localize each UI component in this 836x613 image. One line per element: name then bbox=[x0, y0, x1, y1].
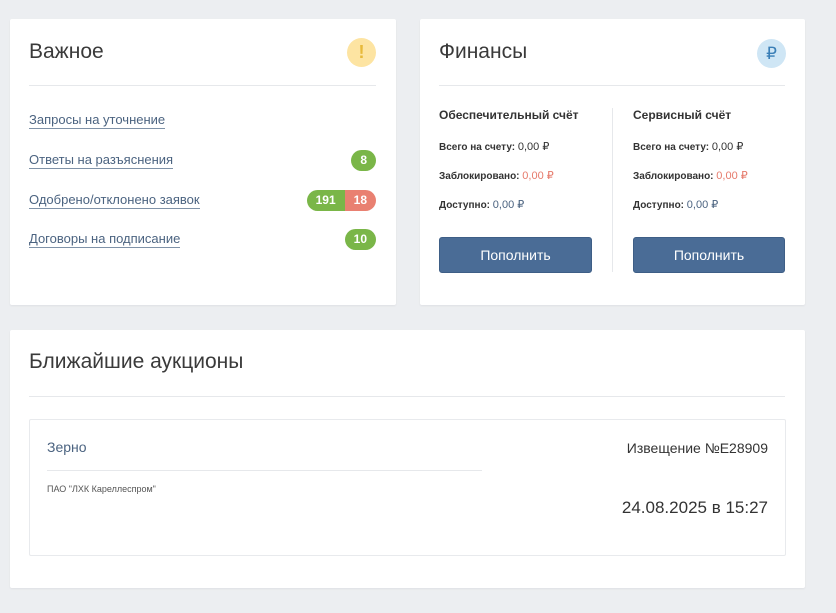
blocked-value: 0,00 ₽ bbox=[716, 170, 748, 182]
total-value: 0,00 ₽ bbox=[517, 141, 550, 153]
contracts-signing-link[interactable]: Договоры на подписание bbox=[29, 231, 181, 248]
count-badge: 8 bbox=[351, 149, 376, 171]
account-title: Сервисный счёт bbox=[633, 108, 732, 122]
approved-rejected-link[interactable]: Одобрено/отклонено заявок bbox=[29, 192, 200, 209]
divider bbox=[47, 470, 482, 471]
rejected-count: 18 bbox=[344, 189, 376, 211]
list-item: Ответы на разъяснения 8 bbox=[29, 149, 376, 171]
count-badge-value: 10 bbox=[344, 228, 376, 250]
divider bbox=[439, 85, 785, 86]
available-value: 0,00 ₽ bbox=[686, 199, 719, 211]
topup-security-button[interactable]: Пополнить bbox=[439, 237, 592, 273]
approved-rejected-badge: 191 18 bbox=[306, 189, 376, 211]
auction-notice: Извещение №E28909 bbox=[626, 440, 768, 456]
list-item: Договоры на подписание 10 bbox=[29, 228, 376, 250]
account-total: Всего на счету: 0,00 ₽ bbox=[439, 141, 550, 153]
account-available: Доступно: 0,00 ₽ bbox=[633, 199, 719, 211]
auction-date: 24.08.2025 в 15:27 bbox=[621, 498, 768, 517]
account-title: Обеспечительный счёт bbox=[439, 108, 579, 122]
exclamation-icon: ! bbox=[347, 38, 376, 67]
approved-count: 191 bbox=[306, 189, 345, 211]
count-badge: 10 bbox=[344, 228, 376, 250]
service-account: Сервисный счёт Всего на счету: 0,00 ₽ За… bbox=[633, 108, 783, 227]
ruble-icon: ₽ bbox=[757, 39, 786, 68]
column-divider bbox=[612, 108, 613, 272]
divider bbox=[29, 396, 785, 397]
security-account: Обеспечительный счёт Всего на счету: 0,0… bbox=[439, 108, 589, 227]
auction-name-link[interactable]: Зерно bbox=[47, 439, 87, 455]
important-card: Важное ! Запросы на уточнение Ответы на … bbox=[10, 19, 396, 305]
divider bbox=[29, 85, 376, 86]
account-blocked: Заблокировано: 0,00 ₽ bbox=[439, 170, 554, 182]
topup-service-button[interactable]: Пополнить bbox=[633, 237, 785, 273]
account-available: Доступно: 0,00 ₽ bbox=[439, 199, 525, 211]
finance-card: Финансы ₽ Обеспечительный счёт Всего на … bbox=[420, 19, 805, 305]
answers-explanations-link[interactable]: Ответы на разъяснения bbox=[29, 152, 174, 169]
total-value: 0,00 ₽ bbox=[711, 141, 744, 153]
blocked-value: 0,00 ₽ bbox=[522, 170, 554, 182]
list-item: Одобрено/отклонено заявок 191 18 bbox=[29, 189, 376, 211]
auction-item[interactable]: Зерно ПАО "ЛХК Кареллеспром" Извещение №… bbox=[29, 419, 786, 556]
auctions-card: Ближайшие аукционы Зерно ПАО "ЛХК Карелл… bbox=[10, 330, 805, 588]
account-total: Всего на счету: 0,00 ₽ bbox=[633, 141, 744, 153]
requests-clarification-link[interactable]: Запросы на уточнение bbox=[29, 112, 166, 129]
finance-title: Финансы bbox=[439, 40, 528, 63]
important-title: Важное bbox=[29, 40, 104, 63]
available-value: 0,00 ₽ bbox=[492, 199, 525, 211]
list-item: Запросы на уточнение bbox=[29, 109, 376, 131]
account-blocked: Заблокировано: 0,00 ₽ bbox=[633, 170, 748, 182]
count-badge-value: 8 bbox=[351, 149, 376, 171]
auction-organization: ПАО "ЛХК Кареллеспром" bbox=[47, 484, 156, 494]
auctions-title: Ближайшие аукционы bbox=[29, 350, 244, 373]
